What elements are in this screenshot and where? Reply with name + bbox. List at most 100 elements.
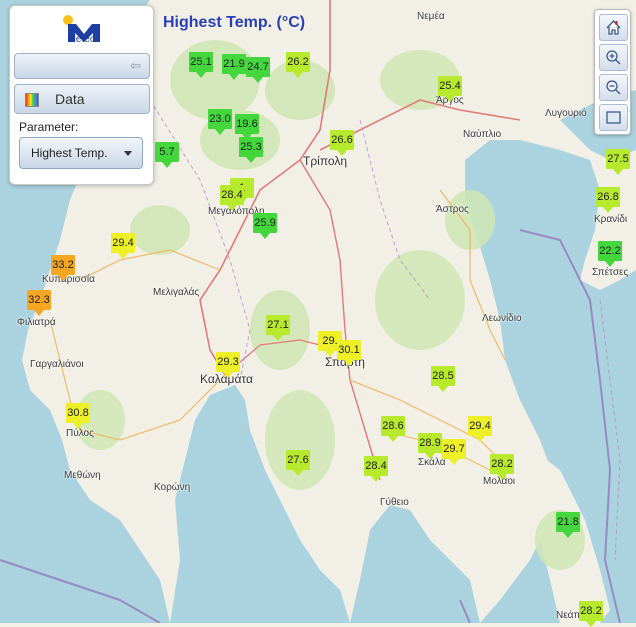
marker-pointer: [215, 129, 225, 135]
place-label: Κυπαρισσία: [42, 274, 95, 285]
marker-pointer: [58, 275, 68, 281]
map-toolbar: [594, 9, 631, 135]
place-label: Κορώνη: [154, 482, 191, 493]
temperature-value: 27.1: [266, 315, 290, 335]
temperature-value: 27.6: [286, 450, 310, 470]
temperature-value: 23.0: [208, 109, 232, 129]
marker-pointer: [388, 436, 398, 442]
marker-pointer: [118, 253, 128, 259]
temperature-value: 32.3: [27, 290, 51, 310]
temperature-value: 24.7: [246, 57, 270, 77]
marker-pointer: [613, 169, 623, 175]
marker-pointer: [253, 77, 263, 83]
marker-pointer: [344, 360, 354, 366]
temperature-value: 29.4: [111, 233, 135, 253]
place-label: Γύθειο: [380, 497, 409, 508]
parameter-select-value: Highest Temp.: [31, 146, 108, 160]
temperature-value: 30.8: [66, 403, 90, 423]
temperature-value: 25.4: [438, 76, 462, 96]
parameter-label: Parameter:: [19, 120, 79, 134]
temperature-value: 28.4: [220, 185, 244, 205]
temperature-value: 25.3: [239, 137, 263, 157]
temperature-value: 28.5: [431, 366, 455, 386]
marker-pointer: [260, 233, 270, 239]
temperature-value: 25.1: [189, 52, 213, 72]
place-label: Πύλος: [66, 428, 94, 439]
collapse-panel-button[interactable]: ⇦: [14, 53, 150, 79]
arrow-left-icon: ⇦: [130, 58, 141, 73]
home-icon: [606, 20, 621, 35]
marker-pointer: [603, 207, 613, 213]
temperature-value: 28.6: [381, 416, 405, 436]
temperature-value: 30.1: [337, 340, 361, 360]
logo-text: Meteo: [67, 34, 96, 45]
full-extent-icon: [606, 111, 621, 124]
temperature-value: 33.2: [51, 255, 75, 275]
place-label: Φιλιατρά: [17, 317, 56, 328]
chevron-down-icon: [124, 151, 132, 156]
temperature-value: 26.6: [330, 130, 354, 150]
marker-pointer: [563, 532, 573, 538]
marker-pointer: [371, 476, 381, 482]
temperature-value: 26.2: [286, 52, 310, 72]
marker-pointer: [227, 205, 237, 211]
marker-pointer: [497, 474, 507, 480]
temperature-value: 22.2: [598, 241, 622, 261]
marker-pointer: [229, 74, 239, 80]
marker-pointer: [449, 459, 459, 465]
place-label: Μεθώνη: [64, 470, 101, 481]
place-label: Μελιγαλάς: [153, 287, 200, 298]
temperature-value: 29.3: [216, 352, 240, 372]
place-label: Σπέτσες: [592, 267, 629, 278]
temperature-value: 28.2: [579, 601, 603, 621]
temperature-value: 21.8: [556, 512, 580, 532]
marker-pointer: [293, 470, 303, 476]
marker-pointer: [425, 453, 435, 459]
marker-pointer: [325, 351, 335, 357]
temperature-value: 29.4: [468, 416, 492, 436]
map-title: Highest Temp. (°C): [163, 14, 306, 31]
parameter-select[interactable]: Highest Temp.: [19, 137, 143, 169]
zoom-out-icon: [606, 80, 621, 95]
home-button[interactable]: [599, 14, 628, 41]
marker-pointer: [438, 386, 448, 392]
place-label: Τρίπολη: [303, 154, 348, 168]
marker-pointer: [293, 72, 303, 78]
marker-pointer: [34, 310, 44, 316]
meteo-logo: [63, 15, 100, 42]
place-label: Λεωνίδιο: [482, 313, 522, 324]
place-label: Νεμέα: [417, 11, 445, 22]
marker-pointer: [605, 261, 615, 267]
temperature-value: 27.5: [606, 149, 630, 169]
color-scale-icon: [25, 93, 39, 107]
full-extent-button[interactable]: [599, 104, 628, 131]
place-label: Κρανίδι: [594, 214, 628, 225]
marker-pointer: [223, 372, 233, 378]
place-label: Γαργαλιάνοι: [30, 359, 84, 370]
temperature-value: 21.9: [222, 54, 246, 74]
marker-pointer: [445, 96, 455, 102]
temperature-value: 28.4: [364, 456, 388, 476]
data-button-label: Data: [55, 91, 85, 107]
zoom-in-icon: [606, 50, 621, 65]
marker-pointer: [196, 72, 206, 78]
place-label: Λυγουριό: [545, 108, 587, 119]
place-label: Άστρος: [436, 204, 469, 215]
temperature-value: 25.9: [253, 213, 277, 233]
temperature-value: 28.9: [418, 433, 442, 453]
marker-pointer: [475, 436, 485, 442]
temperature-value: 19.6: [235, 114, 259, 134]
marker-pointer: [246, 157, 256, 163]
temperature-value: 28.2: [490, 454, 514, 474]
zoom-in-button[interactable]: [599, 44, 628, 71]
temperature-value: 29.7: [442, 439, 466, 459]
marker-pointer: [162, 162, 172, 168]
data-button[interactable]: Data: [14, 84, 150, 114]
temperature-value: 5.7: [155, 142, 179, 162]
marker-pointer: [337, 150, 347, 156]
place-label: Ναύπλιο: [463, 129, 502, 140]
zoom-out-button[interactable]: [599, 74, 628, 101]
temperature-value: 26.8: [596, 187, 620, 207]
marker-pointer: [273, 335, 283, 341]
marker-pointer: [586, 621, 596, 627]
